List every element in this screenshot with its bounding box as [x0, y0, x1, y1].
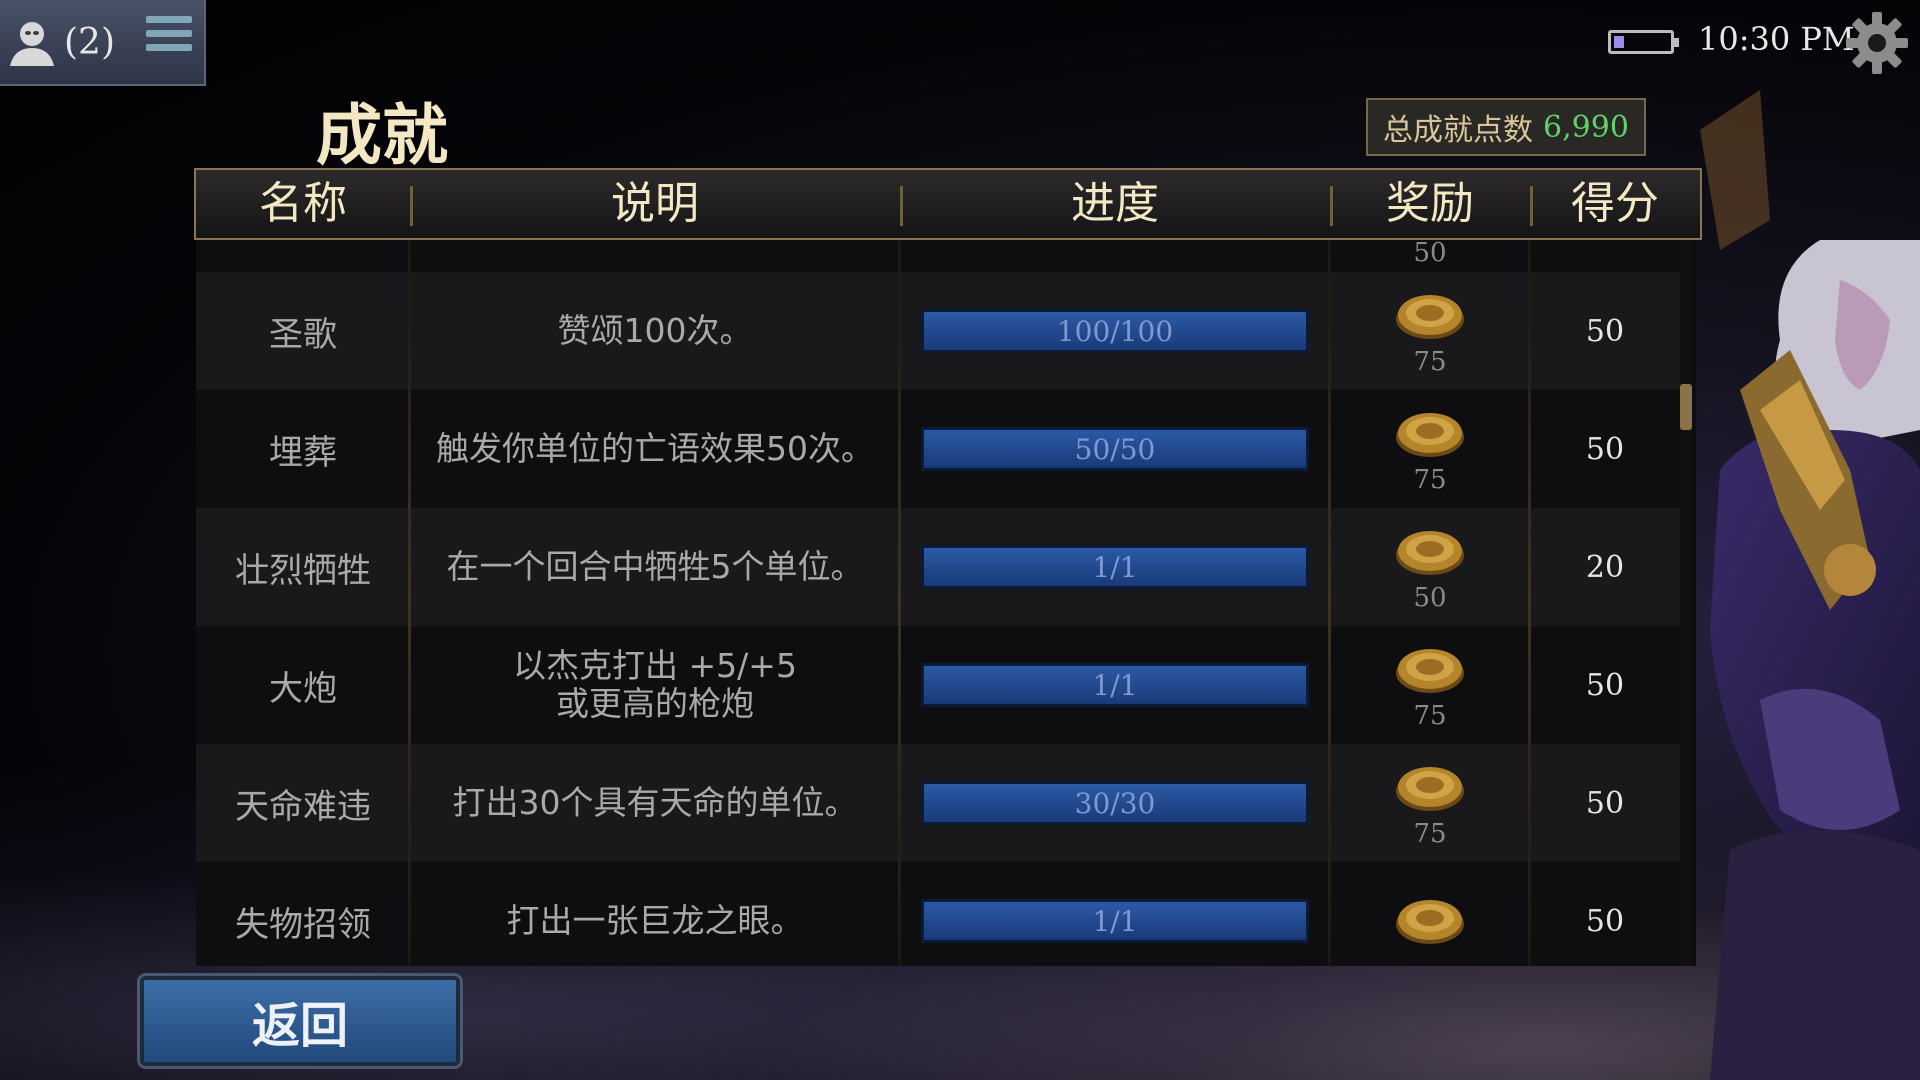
reward-cell: 75: [1330, 272, 1530, 390]
user-silhouette-icon: [10, 22, 54, 66]
table-row[interactable]: 壮烈牺牲 在一个回合中牺牲5个单位。 1/1 50 20: [196, 508, 1680, 626]
back-button[interactable]: 返回: [140, 976, 460, 1066]
progress-bar: 100/100: [921, 309, 1309, 353]
list-scrollbar[interactable]: [1680, 240, 1692, 966]
table-row-partial: 50: [196, 240, 1680, 272]
progress-cell: 1/1: [900, 626, 1330, 744]
reward-value: 50: [1413, 240, 1447, 268]
progress-bar: 1/1: [921, 663, 1309, 707]
header-progress: 进度: [1071, 178, 1159, 229]
table-header: 名称 说明 进度 奖励 得分: [194, 168, 1702, 240]
reward-value: 50: [1413, 583, 1447, 613]
progress-bar: 1/1: [921, 545, 1309, 589]
achievement-name: 失物招领: [235, 904, 371, 945]
achievement-score: 50: [1585, 785, 1625, 821]
achievement-score: 50: [1585, 667, 1625, 703]
achievement-description: 在一个回合中牺牲5个单位。: [446, 547, 864, 586]
friend-count: (2): [64, 21, 115, 63]
hamburger-menu-icon[interactable]: [146, 16, 192, 60]
total-points-label: 总成就点数: [1383, 113, 1534, 148]
reward-cell: [1330, 862, 1530, 966]
gold-coin-icon: [1396, 649, 1464, 693]
table-row[interactable]: 埋葬 触发你单位的亡语效果50次。 50/50 75 50: [196, 390, 1680, 508]
reward-value: 75: [1413, 819, 1447, 849]
column-divider: [408, 240, 411, 966]
progress-cell: 50/50: [900, 390, 1330, 508]
achievement-description: 以杰克打出 +5/+5 或更高的枪炮: [513, 646, 797, 723]
clock: 10:30 PM: [1698, 20, 1855, 58]
battery-icon: [1608, 30, 1679, 54]
progress-cell: 1/1: [900, 862, 1330, 966]
gold-coin-icon: [1396, 413, 1464, 457]
achievement-list[interactable]: 50 圣歌 赞颂100次。 100/100 75 50 埋葬 触发你单位的亡语效…: [196, 240, 1696, 966]
achievement-name: 圣歌: [269, 314, 337, 355]
gear-icon[interactable]: [1844, 10, 1910, 76]
achievement-name: 大炮: [269, 668, 337, 709]
achievement-score: 20: [1585, 549, 1625, 585]
achievement-score: 50: [1585, 903, 1625, 939]
table-row[interactable]: 大炮 以杰克打出 +5/+5 或更高的枪炮 1/1 75 50: [196, 626, 1680, 744]
gold-coin-icon: [1396, 900, 1464, 944]
gold-coin-icon: [1396, 295, 1464, 339]
gold-coin-icon: [1396, 531, 1464, 575]
achievement-name: 埋葬: [269, 432, 337, 473]
table-row[interactable]: 失物招领 打出一张巨龙之眼。 1/1 50: [196, 862, 1680, 966]
header-reward: 奖励: [1386, 178, 1474, 229]
battery-level: [1614, 36, 1624, 48]
table-row[interactable]: 天命难违 打出30个具有天命的单位。 30/30 75 50: [196, 744, 1680, 862]
total-points-value: 6,990: [1543, 109, 1629, 145]
reward-value: 75: [1413, 465, 1447, 495]
reward-value: 75: [1413, 347, 1447, 377]
reward-value: 75: [1413, 701, 1447, 731]
achievement-name: 天命难违: [235, 786, 371, 827]
achievement-description: 打出30个具有天命的单位。: [452, 783, 858, 822]
achievement-description: 赞颂100次。: [557, 311, 753, 350]
header-description: 说明: [611, 178, 699, 229]
reward-cell: 75: [1330, 626, 1530, 744]
achievement-name: 壮烈牺牲: [235, 550, 371, 591]
achievement-description: 触发你单位的亡语效果50次。: [436, 429, 874, 468]
scrollbar-thumb[interactable]: [1680, 384, 1692, 430]
column-divider: [1528, 240, 1531, 966]
table-row[interactable]: 圣歌 赞颂100次。 100/100 75 50: [196, 272, 1680, 390]
column-divider: [1328, 240, 1331, 966]
progress-bar: 50/50: [921, 427, 1309, 471]
progress-cell: 1/1: [900, 508, 1330, 626]
gold-coin-icon: [1396, 767, 1464, 811]
achievement-score: 50: [1585, 313, 1625, 349]
column-divider: [898, 240, 901, 966]
progress-bar: 30/30: [921, 781, 1309, 825]
header-score: 得分: [1571, 178, 1659, 229]
achievement-description: 打出一张巨龙之眼。: [506, 901, 804, 940]
reward-cell: 50: [1330, 508, 1530, 626]
progress-cell: 100/100: [900, 272, 1330, 390]
achievement-score: 50: [1585, 431, 1625, 467]
total-achievement-points: 总成就点数 6,990: [1366, 98, 1646, 156]
reward-cell: 75: [1330, 744, 1530, 862]
reward-cell: 75: [1330, 390, 1530, 508]
progress-cell: 30/30: [900, 744, 1330, 862]
page-title: 成就: [316, 97, 448, 174]
player-panel[interactable]: (2): [0, 0, 206, 86]
hero-character-art: [1700, 90, 1920, 1080]
reward-cell: 50: [1330, 240, 1530, 272]
progress-bar: 1/1: [921, 899, 1309, 943]
header-name: 名称: [259, 178, 347, 229]
